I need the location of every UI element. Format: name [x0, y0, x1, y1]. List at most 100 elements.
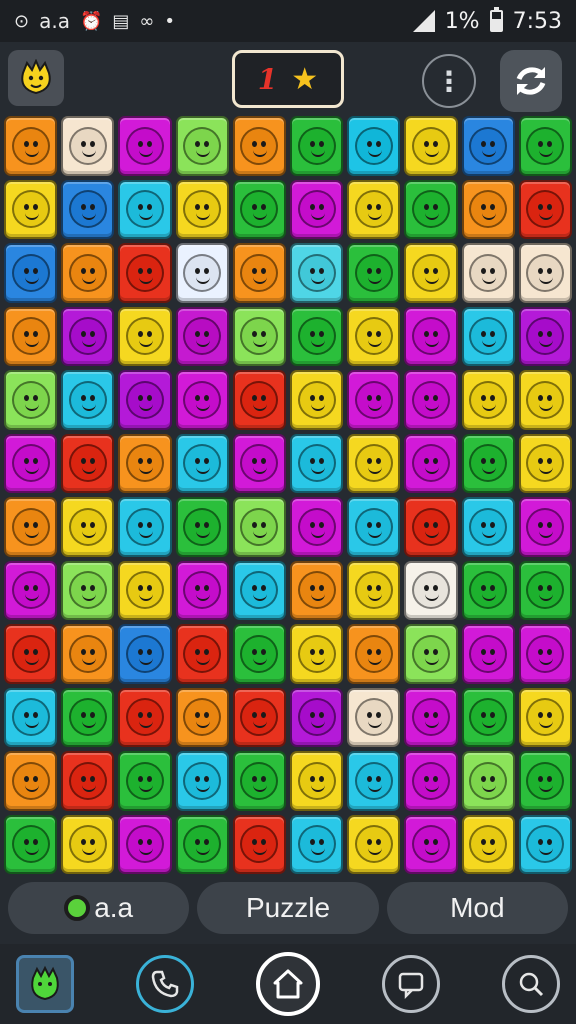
puzzle-tile[interactable]: [461, 687, 515, 747]
puzzle-tile[interactable]: [347, 814, 401, 874]
puzzle-tile[interactable]: [175, 433, 229, 493]
puzzle-tile[interactable]: [4, 243, 58, 303]
puzzle-tile[interactable]: [175, 306, 229, 366]
puzzle-tile[interactable]: [290, 179, 344, 239]
puzzle-tile[interactable]: [404, 433, 458, 493]
puzzle-tile[interactable]: [232, 306, 286, 366]
puzzle-tile[interactable]: [347, 497, 401, 557]
puzzle-tile[interactable]: [518, 687, 572, 747]
puzzle-tile[interactable]: [518, 370, 572, 430]
puzzle-tile[interactable]: [4, 687, 58, 747]
puzzle-tile[interactable]: [347, 624, 401, 684]
puzzle-tile[interactable]: [290, 116, 344, 176]
nav-chat-button[interactable]: [382, 955, 440, 1013]
puzzle-tile[interactable]: [118, 751, 172, 811]
puzzle-tile[interactable]: [118, 179, 172, 239]
puzzle-tile[interactable]: [4, 116, 58, 176]
puzzle-tile[interactable]: [404, 751, 458, 811]
puzzle-tile[interactable]: [404, 497, 458, 557]
puzzle-tile[interactable]: [518, 306, 572, 366]
puzzle-tile[interactable]: [347, 370, 401, 430]
puzzle-tile[interactable]: [175, 370, 229, 430]
puzzle-tile[interactable]: [61, 751, 115, 811]
puzzle-tile[interactable]: [461, 116, 515, 176]
puzzle-tile[interactable]: [290, 751, 344, 811]
puzzle-tile[interactable]: [232, 370, 286, 430]
puzzle-tile[interactable]: [404, 116, 458, 176]
puzzle-tile[interactable]: [175, 687, 229, 747]
puzzle-tile[interactable]: [232, 624, 286, 684]
puzzle-tile[interactable]: [347, 560, 401, 620]
puzzle-tile[interactable]: [4, 814, 58, 874]
puzzle-tile[interactable]: [347, 433, 401, 493]
puzzle-tile[interactable]: [518, 243, 572, 303]
puzzle-tile[interactable]: [347, 116, 401, 176]
puzzle-tile[interactable]: [518, 497, 572, 557]
more-options-button[interactable]: ⋮: [422, 54, 476, 108]
nav-phone-button[interactable]: [136, 955, 194, 1013]
puzzle-tile[interactable]: [347, 243, 401, 303]
puzzle-tile[interactable]: [290, 433, 344, 493]
puzzle-tile[interactable]: [404, 179, 458, 239]
puzzle-tile[interactable]: [290, 497, 344, 557]
tab-puzzle[interactable]: Puzzle: [197, 882, 379, 934]
puzzle-tile[interactable]: [175, 179, 229, 239]
tab-mod[interactable]: Mod: [386, 882, 568, 934]
puzzle-tile[interactable]: [232, 814, 286, 874]
tab-creature[interactable]: a.a: [8, 882, 190, 934]
puzzle-tile[interactable]: [232, 560, 286, 620]
puzzle-tile[interactable]: [518, 179, 572, 239]
puzzle-tile[interactable]: [175, 243, 229, 303]
puzzle-tile[interactable]: [118, 560, 172, 620]
puzzle-tile[interactable]: [4, 624, 58, 684]
puzzle-tile[interactable]: [404, 624, 458, 684]
puzzle-tile[interactable]: [347, 751, 401, 811]
puzzle-tile[interactable]: [461, 433, 515, 493]
puzzle-tile[interactable]: [61, 687, 115, 747]
puzzle-tile[interactable]: [4, 433, 58, 493]
puzzle-tile[interactable]: [61, 370, 115, 430]
puzzle-tile[interactable]: [518, 814, 572, 874]
puzzle-tile[interactable]: [290, 243, 344, 303]
puzzle-tile[interactable]: [175, 560, 229, 620]
puzzle-tile[interactable]: [61, 116, 115, 176]
puzzle-tile[interactable]: [461, 306, 515, 366]
puzzle-tile[interactable]: [290, 687, 344, 747]
puzzle-tile[interactable]: [4, 370, 58, 430]
profile-button[interactable]: [8, 50, 64, 106]
nav-creature-button[interactable]: [16, 955, 74, 1013]
puzzle-tile[interactable]: [461, 814, 515, 874]
puzzle-tile[interactable]: [518, 560, 572, 620]
refresh-button[interactable]: [500, 50, 562, 112]
puzzle-tile[interactable]: [232, 751, 286, 811]
puzzle-tile[interactable]: [290, 306, 344, 366]
puzzle-tile[interactable]: [290, 814, 344, 874]
puzzle-tile[interactable]: [404, 306, 458, 366]
puzzle-tile[interactable]: [118, 687, 172, 747]
puzzle-tile[interactable]: [4, 560, 58, 620]
puzzle-tile[interactable]: [118, 624, 172, 684]
puzzle-tile[interactable]: [4, 306, 58, 366]
puzzle-tile[interactable]: [347, 179, 401, 239]
puzzle-tile[interactable]: [347, 687, 401, 747]
puzzle-tile[interactable]: [61, 624, 115, 684]
puzzle-tile[interactable]: [61, 179, 115, 239]
puzzle-tile[interactable]: [404, 814, 458, 874]
puzzle-tile[interactable]: [118, 497, 172, 557]
puzzle-tile[interactable]: [461, 370, 515, 430]
puzzle-tile[interactable]: [461, 243, 515, 303]
puzzle-tile[interactable]: [232, 433, 286, 493]
puzzle-tile[interactable]: [518, 116, 572, 176]
puzzle-tile[interactable]: [61, 306, 115, 366]
nav-search-button[interactable]: [502, 955, 560, 1013]
puzzle-tile[interactable]: [61, 497, 115, 557]
puzzle-tile[interactable]: [518, 433, 572, 493]
puzzle-tile[interactable]: [290, 370, 344, 430]
puzzle-tile[interactable]: [404, 370, 458, 430]
puzzle-tile[interactable]: [4, 751, 58, 811]
puzzle-tile[interactable]: [175, 116, 229, 176]
puzzle-tile[interactable]: [61, 814, 115, 874]
nav-home-button[interactable]: [256, 952, 320, 1016]
puzzle-tile[interactable]: [232, 116, 286, 176]
puzzle-tile[interactable]: [175, 814, 229, 874]
